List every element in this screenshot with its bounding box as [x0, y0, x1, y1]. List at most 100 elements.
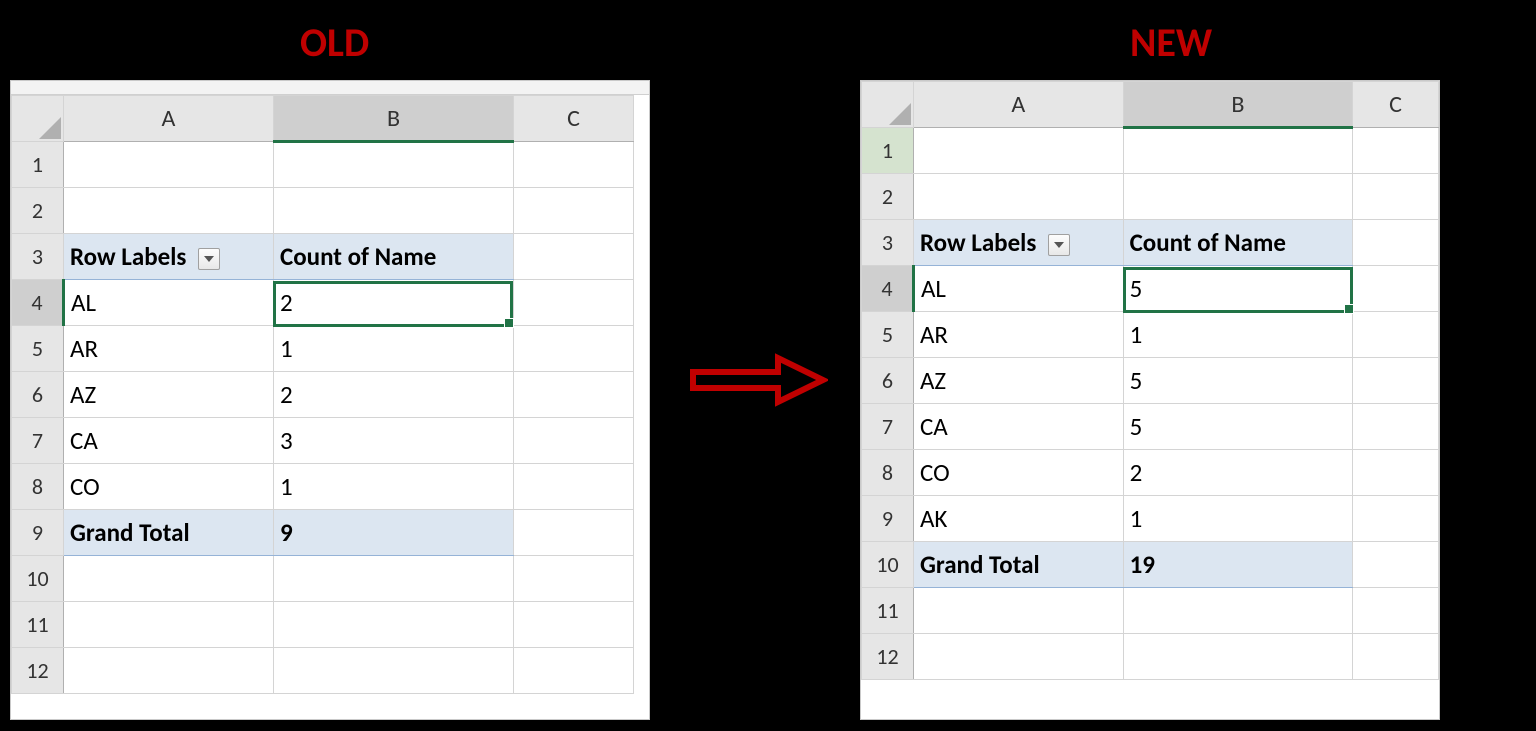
pivot-row-label[interactable]: CO [913, 450, 1123, 496]
cell[interactable] [1353, 220, 1439, 266]
pivot-value[interactable]: 1 [274, 464, 514, 510]
cell[interactable] [514, 280, 634, 326]
cell[interactable] [514, 464, 634, 510]
col-header-A[interactable]: A [913, 82, 1123, 128]
pivot-value[interactable]: 2 [274, 280, 514, 326]
row-header[interactable]: 1 [12, 142, 64, 188]
pivot-row-label[interactable]: CA [64, 418, 274, 464]
filter-dropdown-button[interactable] [1048, 234, 1070, 256]
pivot-value[interactable]: 1 [1123, 496, 1353, 542]
cell[interactable] [913, 634, 1123, 680]
cell[interactable] [1353, 404, 1439, 450]
col-header-B[interactable]: B [1123, 82, 1353, 128]
cell[interactable] [1123, 128, 1353, 174]
cell[interactable] [274, 142, 514, 188]
col-header-C[interactable]: C [1353, 82, 1439, 128]
cell[interactable] [514, 648, 634, 694]
pivot-value-header[interactable]: Count of Name [1123, 220, 1353, 266]
col-header-A[interactable]: A [64, 96, 274, 142]
cell[interactable] [64, 142, 274, 188]
cell[interactable] [1353, 128, 1439, 174]
pivot-value-header[interactable]: Count of Name [274, 234, 514, 280]
grand-total-label[interactable]: Grand Total [64, 510, 274, 556]
row-header[interactable]: 1 [862, 128, 914, 174]
spreadsheet-old[interactable]: A B C 1 2 3 Row Labels Count of Name 4AL… [10, 80, 650, 720]
pivot-value[interactable]: 5 [1123, 358, 1353, 404]
cell[interactable] [274, 648, 514, 694]
pivot-row-label[interactable]: CA [913, 404, 1123, 450]
row-header[interactable]: 9 [12, 510, 64, 556]
cell[interactable] [1353, 312, 1439, 358]
pivot-value[interactable]: 5 [1123, 404, 1353, 450]
cell[interactable] [64, 556, 274, 602]
cell[interactable] [514, 326, 634, 372]
spreadsheet-new[interactable]: A B C 1 2 3 Row Labels Count of Name 4AL… [860, 80, 1440, 720]
cell[interactable] [1123, 634, 1353, 680]
cell[interactable] [913, 588, 1123, 634]
row-header[interactable]: 8 [12, 464, 64, 510]
cell[interactable] [64, 648, 274, 694]
cell[interactable] [1353, 588, 1439, 634]
cell[interactable] [274, 602, 514, 648]
row-header[interactable]: 5 [862, 312, 914, 358]
cell[interactable] [274, 188, 514, 234]
cell[interactable] [1353, 450, 1439, 496]
filter-dropdown-button[interactable] [198, 248, 220, 270]
row-header[interactable]: 8 [862, 450, 914, 496]
row-header[interactable]: 10 [862, 542, 914, 588]
cell[interactable] [1353, 496, 1439, 542]
pivot-value[interactable]: 3 [274, 418, 514, 464]
grand-total-label[interactable]: Grand Total [913, 542, 1123, 588]
row-header[interactable]: 12 [12, 648, 64, 694]
row-header[interactable]: 6 [12, 372, 64, 418]
row-header[interactable]: 3 [862, 220, 914, 266]
pivot-value[interactable]: 1 [274, 326, 514, 372]
pivot-value[interactable]: 2 [1123, 450, 1353, 496]
grid-new[interactable]: A B C 1 2 3 Row Labels Count of Name 4AL… [861, 81, 1439, 680]
cell[interactable] [274, 556, 514, 602]
cell[interactable] [1123, 588, 1353, 634]
row-header[interactable]: 2 [12, 188, 64, 234]
grid-old[interactable]: A B C 1 2 3 Row Labels Count of Name 4AL… [11, 95, 634, 694]
cell[interactable] [514, 234, 634, 280]
row-header[interactable]: 4 [12, 280, 64, 326]
cell[interactable] [514, 602, 634, 648]
pivot-row-label[interactable]: AK [913, 496, 1123, 542]
row-header[interactable]: 6 [862, 358, 914, 404]
row-header[interactable]: 3 [12, 234, 64, 280]
pivot-row-labels-header[interactable]: Row Labels [64, 234, 274, 280]
pivot-row-label[interactable]: AZ [913, 358, 1123, 404]
pivot-value[interactable]: 2 [274, 372, 514, 418]
cell[interactable] [1353, 358, 1439, 404]
row-header[interactable]: 5 [12, 326, 64, 372]
row-header[interactable]: 11 [12, 602, 64, 648]
cell[interactable] [1353, 174, 1439, 220]
pivot-row-label[interactable]: AR [64, 326, 274, 372]
cell[interactable] [64, 602, 274, 648]
cell[interactable] [913, 174, 1123, 220]
pivot-value[interactable]: 1 [1123, 312, 1353, 358]
cell[interactable] [514, 188, 634, 234]
row-header[interactable]: 11 [862, 588, 914, 634]
grand-total-value[interactable]: 19 [1123, 542, 1353, 588]
pivot-row-label[interactable]: AR [913, 312, 1123, 358]
cell[interactable] [1353, 542, 1439, 588]
cell[interactable] [64, 188, 274, 234]
cell[interactable] [514, 142, 634, 188]
pivot-row-labels-header[interactable]: Row Labels [913, 220, 1123, 266]
col-header-C[interactable]: C [514, 96, 634, 142]
row-header[interactable]: 10 [12, 556, 64, 602]
grand-total-value[interactable]: 9 [274, 510, 514, 556]
cell[interactable] [514, 372, 634, 418]
pivot-value[interactable]: 5 [1123, 266, 1353, 312]
cell[interactable] [1123, 174, 1353, 220]
pivot-row-label[interactable]: AZ [64, 372, 274, 418]
select-all-corner[interactable] [862, 82, 914, 128]
row-header[interactable]: 9 [862, 496, 914, 542]
row-header[interactable]: 7 [12, 418, 64, 464]
pivot-row-label[interactable]: AL [64, 280, 274, 326]
pivot-row-label[interactable]: CO [64, 464, 274, 510]
cell[interactable] [514, 510, 634, 556]
cell[interactable] [514, 418, 634, 464]
cell[interactable] [514, 556, 634, 602]
